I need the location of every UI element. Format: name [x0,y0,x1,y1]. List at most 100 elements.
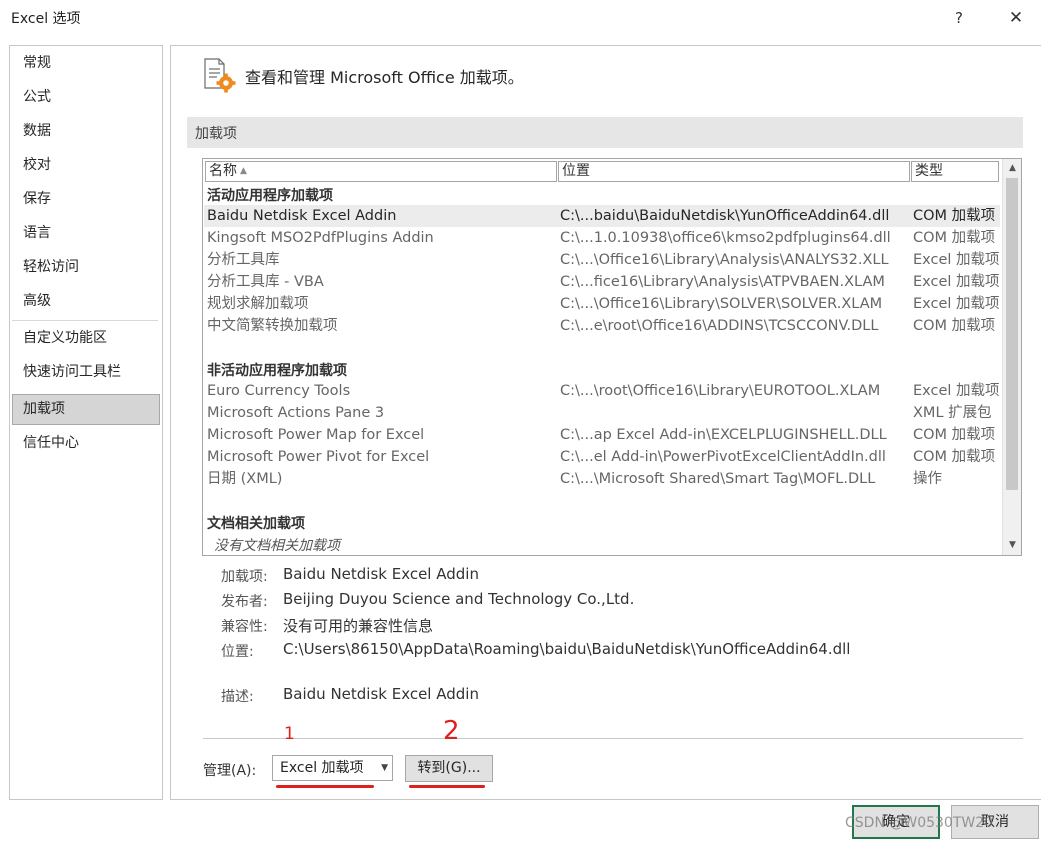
close-button[interactable]: ✕ [1003,5,1029,31]
column-header-name[interactable]: 名称 ▲ [205,161,557,182]
cell-location: C:\...fice16\Library\Analysis\ATPVBAEN.X… [560,274,885,290]
nav-item-proofing[interactable]: 校对 [12,150,160,181]
detail-publisher-label: 发布者: [221,594,268,610]
table-row[interactable]: 分析工具库 - VBA C:\...fice16\Library\Analysis… [204,271,1000,293]
addin-gear-icon [203,58,237,94]
annotation-number-1: 1 [284,724,295,744]
nav-item-accessibility[interactable]: 轻松访问 [12,252,160,283]
section-title: 加载项 [195,126,237,142]
detail-desc-label: 描述: [221,689,254,705]
cell-type: Excel 加载项 [913,274,1000,290]
table-row[interactable]: Microsoft Power Pivot for Excel C:\...el … [204,446,1000,468]
detail-desc-value: Baidu Netdisk Excel Addin [283,685,479,703]
cell-location: C:\...\Office16\Library\SOLVER\SOLVER.XL… [560,296,883,312]
table-row[interactable]: 规划求解加载项 C:\...\Office16\Library\SOLVER\SO… [204,293,1000,315]
scroll-thumb[interactable] [1006,178,1018,490]
nav-item-quick-access-toolbar[interactable]: 快速访问工具栏 [12,357,160,388]
window-title: Excel 选项 [11,11,81,27]
sort-ascending-icon: ▲ [240,166,247,176]
cell-location: C:\...1.0.10938\office6\kmso2pdfplugins6… [560,230,891,246]
cell-name: Euro Currency Tools [207,383,351,399]
go-button[interactable]: 转到(G)... [405,755,493,782]
nav-item-addins[interactable]: 加载项 [12,394,160,425]
nav-item-customize-ribbon[interactable]: 自定义功能区 [12,323,160,354]
detail-location-label: 位置: [221,644,254,660]
watermark-text: CSDN @W0530TW20 [845,815,994,831]
cell-location: C:\...ap Excel Add-in\EXCELPLUGINSHELL.D… [560,427,887,443]
cell-name: 规划求解加载项 [207,296,309,312]
chevron-down-icon: ▼ [381,763,388,773]
cell-type: XML 扩展包 [913,405,992,421]
manage-dropdown[interactable]: Excel 加载项 ▼ [272,755,393,781]
cell-name: Microsoft Power Pivot for Excel [207,449,430,465]
scroll-up-icon[interactable]: ▲ [1004,160,1021,177]
nav-separator [12,320,158,321]
cell-location: C:\...\Office16\Library\Analysis\ANALYS3… [560,252,889,268]
table-row[interactable]: 中文简繁转换加载项 C:\...e\root\Office16\ADDINS\TC… [204,315,1000,337]
cell-name: Microsoft Actions Pane 3 [207,405,385,421]
cell-type: Excel 加载项 [913,296,1000,312]
cell-location: C:\...e\root\Office16\ADDINS\TCSCCONV.DL… [560,318,879,334]
cell-type: COM 加载项 [913,230,996,246]
cell-type: 操作 [913,471,942,487]
detail-compat-value: 没有可用的兼容性信息 [283,617,434,635]
table-row[interactable]: Kingsoft MSO2PdfPlugins Addin C:\...1.0.1… [204,227,1000,249]
table-row[interactable]: 分析工具库 C:\...\Office16\Library\Analysis\AN… [204,249,1000,271]
cell-name: 分析工具库 - VBA [207,274,324,290]
column-header-type[interactable]: 类型 [911,161,999,182]
panel-heading: 查看和管理 Microsoft Office 加载项。 [245,68,524,87]
detail-addin-label: 加载项: [221,569,268,585]
cell-type: COM 加载项 [913,449,996,465]
addins-panel: 查看和管理 Microsoft Office 加载项。 加载项 名称 ▲ 位置 类… [170,45,1041,800]
cell-name: 日期 (XML) [207,471,283,487]
table-row[interactable]: 日期 (XML) C:\...\Microsoft Shared\Smart Ta… [204,468,1000,490]
nav-item-save[interactable]: 保存 [12,184,160,215]
nav-item-general[interactable]: 常规 [12,48,160,79]
cell-name: 中文简繁转换加载项 [207,318,338,334]
detail-addin-value: Baidu Netdisk Excel Addin [283,565,479,583]
detail-location-value: C:\Users\86150\AppData\Roaming\baidu\Bai… [283,640,851,658]
nav-item-trust-center[interactable]: 信任中心 [12,428,160,459]
cell-type: COM 加载项 [913,318,996,334]
cell-location: C:\...el Add-in\PowerPivotExcelClientAdd… [560,449,886,465]
table-row[interactable]: Microsoft Actions Pane 3 XML 扩展包 [204,402,1000,424]
table-row[interactable]: Euro Currency Tools C:\...\root\Office16\… [204,380,1000,402]
manage-dropdown-value: Excel 加载项 [280,760,364,776]
section-header: 加载项 [187,117,1023,148]
scroll-down-icon[interactable]: ▼ [1004,537,1021,554]
cell-type: Excel 加载项 [913,383,1000,399]
cell-location: C:\...\root\Office16\Library\EUROTOOL.XL… [560,383,881,399]
cell-name: Microsoft Power Map for Excel [207,427,425,443]
vertical-scrollbar[interactable]: ▲ ▼ [1002,159,1021,555]
group-title-inactive: 非活动应用程序加载项 [207,363,347,379]
column-name-label: 名称 [209,163,237,179]
annotation-underline-2 [409,785,485,788]
cell-location: C:\...\Microsoft Shared\Smart Tag\MOFL.D… [560,471,876,487]
nav-item-formulas[interactable]: 公式 [12,82,160,113]
nav-item-data[interactable]: 数据 [12,116,160,147]
nav-item-advanced[interactable]: 高级 [12,286,160,317]
empty-document-addins: 没有文档相关加载项 [214,538,340,554]
table-row[interactable]: Baidu Netdisk Excel Addin C:\...baidu\Bai… [204,205,1000,227]
cell-type: COM 加载项 [913,427,996,443]
cell-name: Baidu Netdisk Excel Addin [207,208,397,224]
group-title-document: 文档相关加载项 [207,516,305,532]
nav-item-language[interactable]: 语言 [12,218,160,249]
annotation-underline-1 [276,785,374,788]
group-title-active: 活动应用程序加载项 [207,188,333,204]
column-header-location[interactable]: 位置 [558,161,910,182]
manage-label: 管理(A): [203,763,257,779]
cell-name: 分析工具库 [207,252,280,268]
cell-location: C:\...baidu\BaiduNetdisk\YunOfficeAddin6… [560,208,890,224]
title-bar: Excel 选项 ? ✕ [0,0,1041,36]
options-nav: 常规 公式 数据 校对 保存 语言 轻松访问 高级 自定义功能区 快速访问工具栏… [9,45,163,800]
detail-publisher-value: Beijing Duyou Science and Technology Co.… [283,590,635,608]
manage-divider [203,738,1023,739]
cell-type: Excel 加载项 [913,252,1000,268]
detail-compat-label: 兼容性: [221,619,268,635]
help-button[interactable]: ? [946,5,972,31]
addins-table: 名称 ▲ 位置 类型 活动应用程序加载项 Baidu Netdisk Excel … [202,158,1022,556]
table-row[interactable]: Microsoft Power Map for Excel C:\...ap Ex… [204,424,1000,446]
cell-name: Kingsoft MSO2PdfPlugins Addin [207,230,434,246]
annotation-number-2: 2 [443,716,460,746]
